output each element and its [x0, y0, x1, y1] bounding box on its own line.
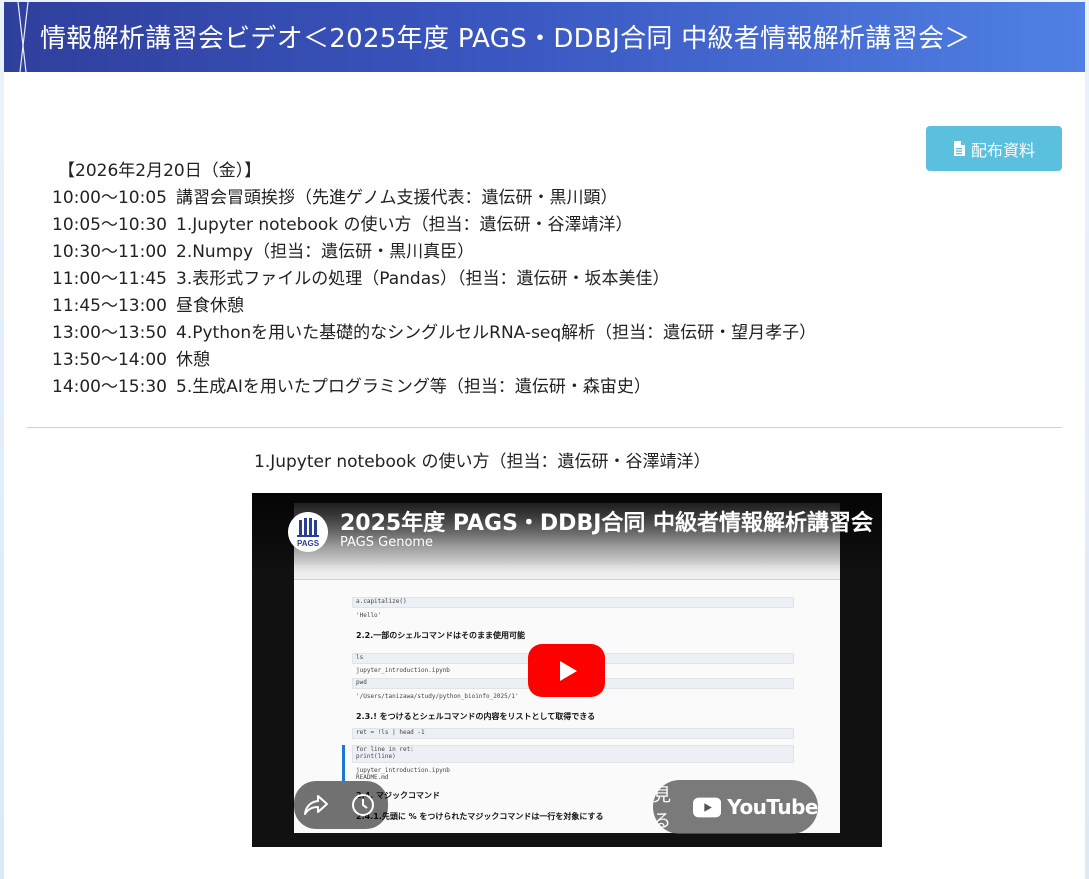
schedule-item: 講習会冒頭挨拶（先進ゲノム支援代表：遺伝研・黒川顕）	[176, 188, 618, 208]
schedule-time: 10:05～10:30	[52, 215, 167, 235]
pags-logo-icon: PAGS	[288, 512, 328, 552]
code-text: pwd	[356, 679, 367, 686]
output-text: jupyter_introduction.ipynb	[356, 667, 450, 674]
youtube-player[interactable]: a.capitalize() 'Hello' 2.2.一部のシェルコマンドはその…	[252, 493, 882, 847]
schedule-item: 1.Jupyter notebook の使い方（担当：遺伝研・谷澤靖洋）	[176, 215, 633, 235]
play-button[interactable]	[528, 644, 605, 697]
clock-icon	[352, 794, 374, 816]
code-cell	[352, 597, 794, 608]
schedule-item: 3.表形式ファイルの処理（Pandas）（担当：遺伝研・坂本美佳）	[176, 269, 670, 289]
schedule-row: 13:50～14:00 休憩	[52, 347, 210, 374]
handout-button[interactable]: 配布資料	[926, 126, 1062, 171]
schedule-date: 【2026年2月20日（金）】	[58, 161, 262, 181]
schedule-time: 13:00～13:50	[52, 323, 167, 343]
avatar-label: PAGS	[297, 539, 320, 548]
schedule-time: 14:00～15:30	[52, 377, 167, 397]
notebook-heading: 2.4.1.先頭に % をつけられたマジックコマンドは一行を対象にする	[356, 812, 604, 821]
schedule-time: 13:50～14:00	[52, 350, 167, 370]
active-cell-marker	[342, 745, 345, 781]
code-text: ret = !ls | head -1	[356, 729, 425, 736]
schedule-item: 昼食休憩	[176, 296, 244, 316]
video-heading: 1.Jupyter notebook の使い方（担当：遺伝研・谷澤靖洋）	[254, 452, 711, 472]
section-divider	[27, 427, 1062, 428]
code-text: a.capitalize()	[356, 598, 407, 605]
schedule-item: 4.Pythonを用いた基礎的なシングルセルRNA-seq解析（担当：遺伝研・望…	[176, 323, 817, 343]
code-cell	[352, 745, 794, 763]
watch-label: 見る	[653, 785, 671, 832]
schedule-time: 11:45～13:00	[52, 296, 167, 316]
schedule-item: 5.生成AIを用いたプログラミング等（担当：遺伝研・森宙史）	[176, 377, 651, 397]
page-title: 情報解析講習会ビデオ＜2025年度 PAGS・DDBJ合同 中級者情報解析講習会…	[40, 24, 971, 54]
output-text: README.md	[356, 774, 389, 781]
page-header: 情報解析講習会ビデオ＜2025年度 PAGS・DDBJ合同 中級者情報解析講習会…	[4, 2, 1085, 72]
schedule-item: 休憩	[176, 350, 210, 370]
output-text: jupyter_introduction.ipynb	[356, 767, 450, 774]
schedule-time: 10:30～11:00	[52, 242, 167, 262]
schedule-row: 13:00～13:50 4.Pythonを用いた基礎的なシングルセルRNA-seq…	[52, 320, 816, 347]
youtube-logo-icon	[692, 797, 722, 817]
schedule-row: 10:30～11:00 2.Numpy（担当：遺伝研・黒川真臣）	[52, 239, 474, 266]
output-text: '/Users/tanizawa/study/python_bioinfo_20…	[356, 693, 519, 700]
notebook-heading: 2.2.一部のシェルコマンドはそのまま使用可能	[356, 631, 526, 640]
share-button[interactable]	[294, 781, 338, 829]
header-decoration-icon	[17, 2, 29, 72]
play-icon	[559, 660, 577, 681]
channel-name[interactable]: PAGS Genome	[340, 535, 433, 550]
file-text-icon	[953, 141, 965, 156]
schedule-row: 14:00～15:30 5.生成AIを用いたプログラミング等（担当：遺伝研・森宙史…	[52, 374, 651, 401]
schedule-row: 11:00～11:45 3.表形式ファイルの処理（Pandas）（担当：遺伝研・坂…	[52, 266, 669, 293]
share-icon	[304, 795, 328, 815]
handout-button-label: 配布資料	[970, 140, 1035, 160]
output-text: 'Hello'	[356, 612, 382, 619]
channel-avatar[interactable]: PAGS	[288, 512, 328, 552]
code-text: ls	[356, 654, 364, 661]
video-title[interactable]: 2025年度 PAGS・DDBJ合同 中級者情報解析講習会	[340, 505, 873, 537]
schedule-item: 2.Numpy（担当：遺伝研・黒川真臣）	[176, 242, 475, 262]
schedule-row: 10:05～10:30 1.Jupyter notebook の使い方（担当：遺伝…	[52, 212, 633, 239]
schedule-row: 10:00～10:05 講習会冒頭挨拶（先進ゲノム支援代表：遺伝研・黒川顕）	[52, 185, 618, 212]
schedule-time: 11:00～11:45	[52, 269, 167, 289]
notebook-heading: 2.3.! をつけるとシェルコマンドの内容をリストとして取得できる	[356, 712, 596, 721]
code-text: print(line)	[356, 753, 396, 760]
watch-later-button[interactable]	[338, 781, 388, 829]
code-text: for line in ret:	[356, 746, 414, 753]
youtube-wordmark: YouTube	[727, 795, 818, 819]
schedule-row: 11:45～13:00 昼食休憩	[52, 293, 244, 320]
watch-on-youtube-button[interactable]: 見る YouTube	[653, 780, 818, 834]
schedule-time: 10:00～10:05	[52, 188, 167, 208]
